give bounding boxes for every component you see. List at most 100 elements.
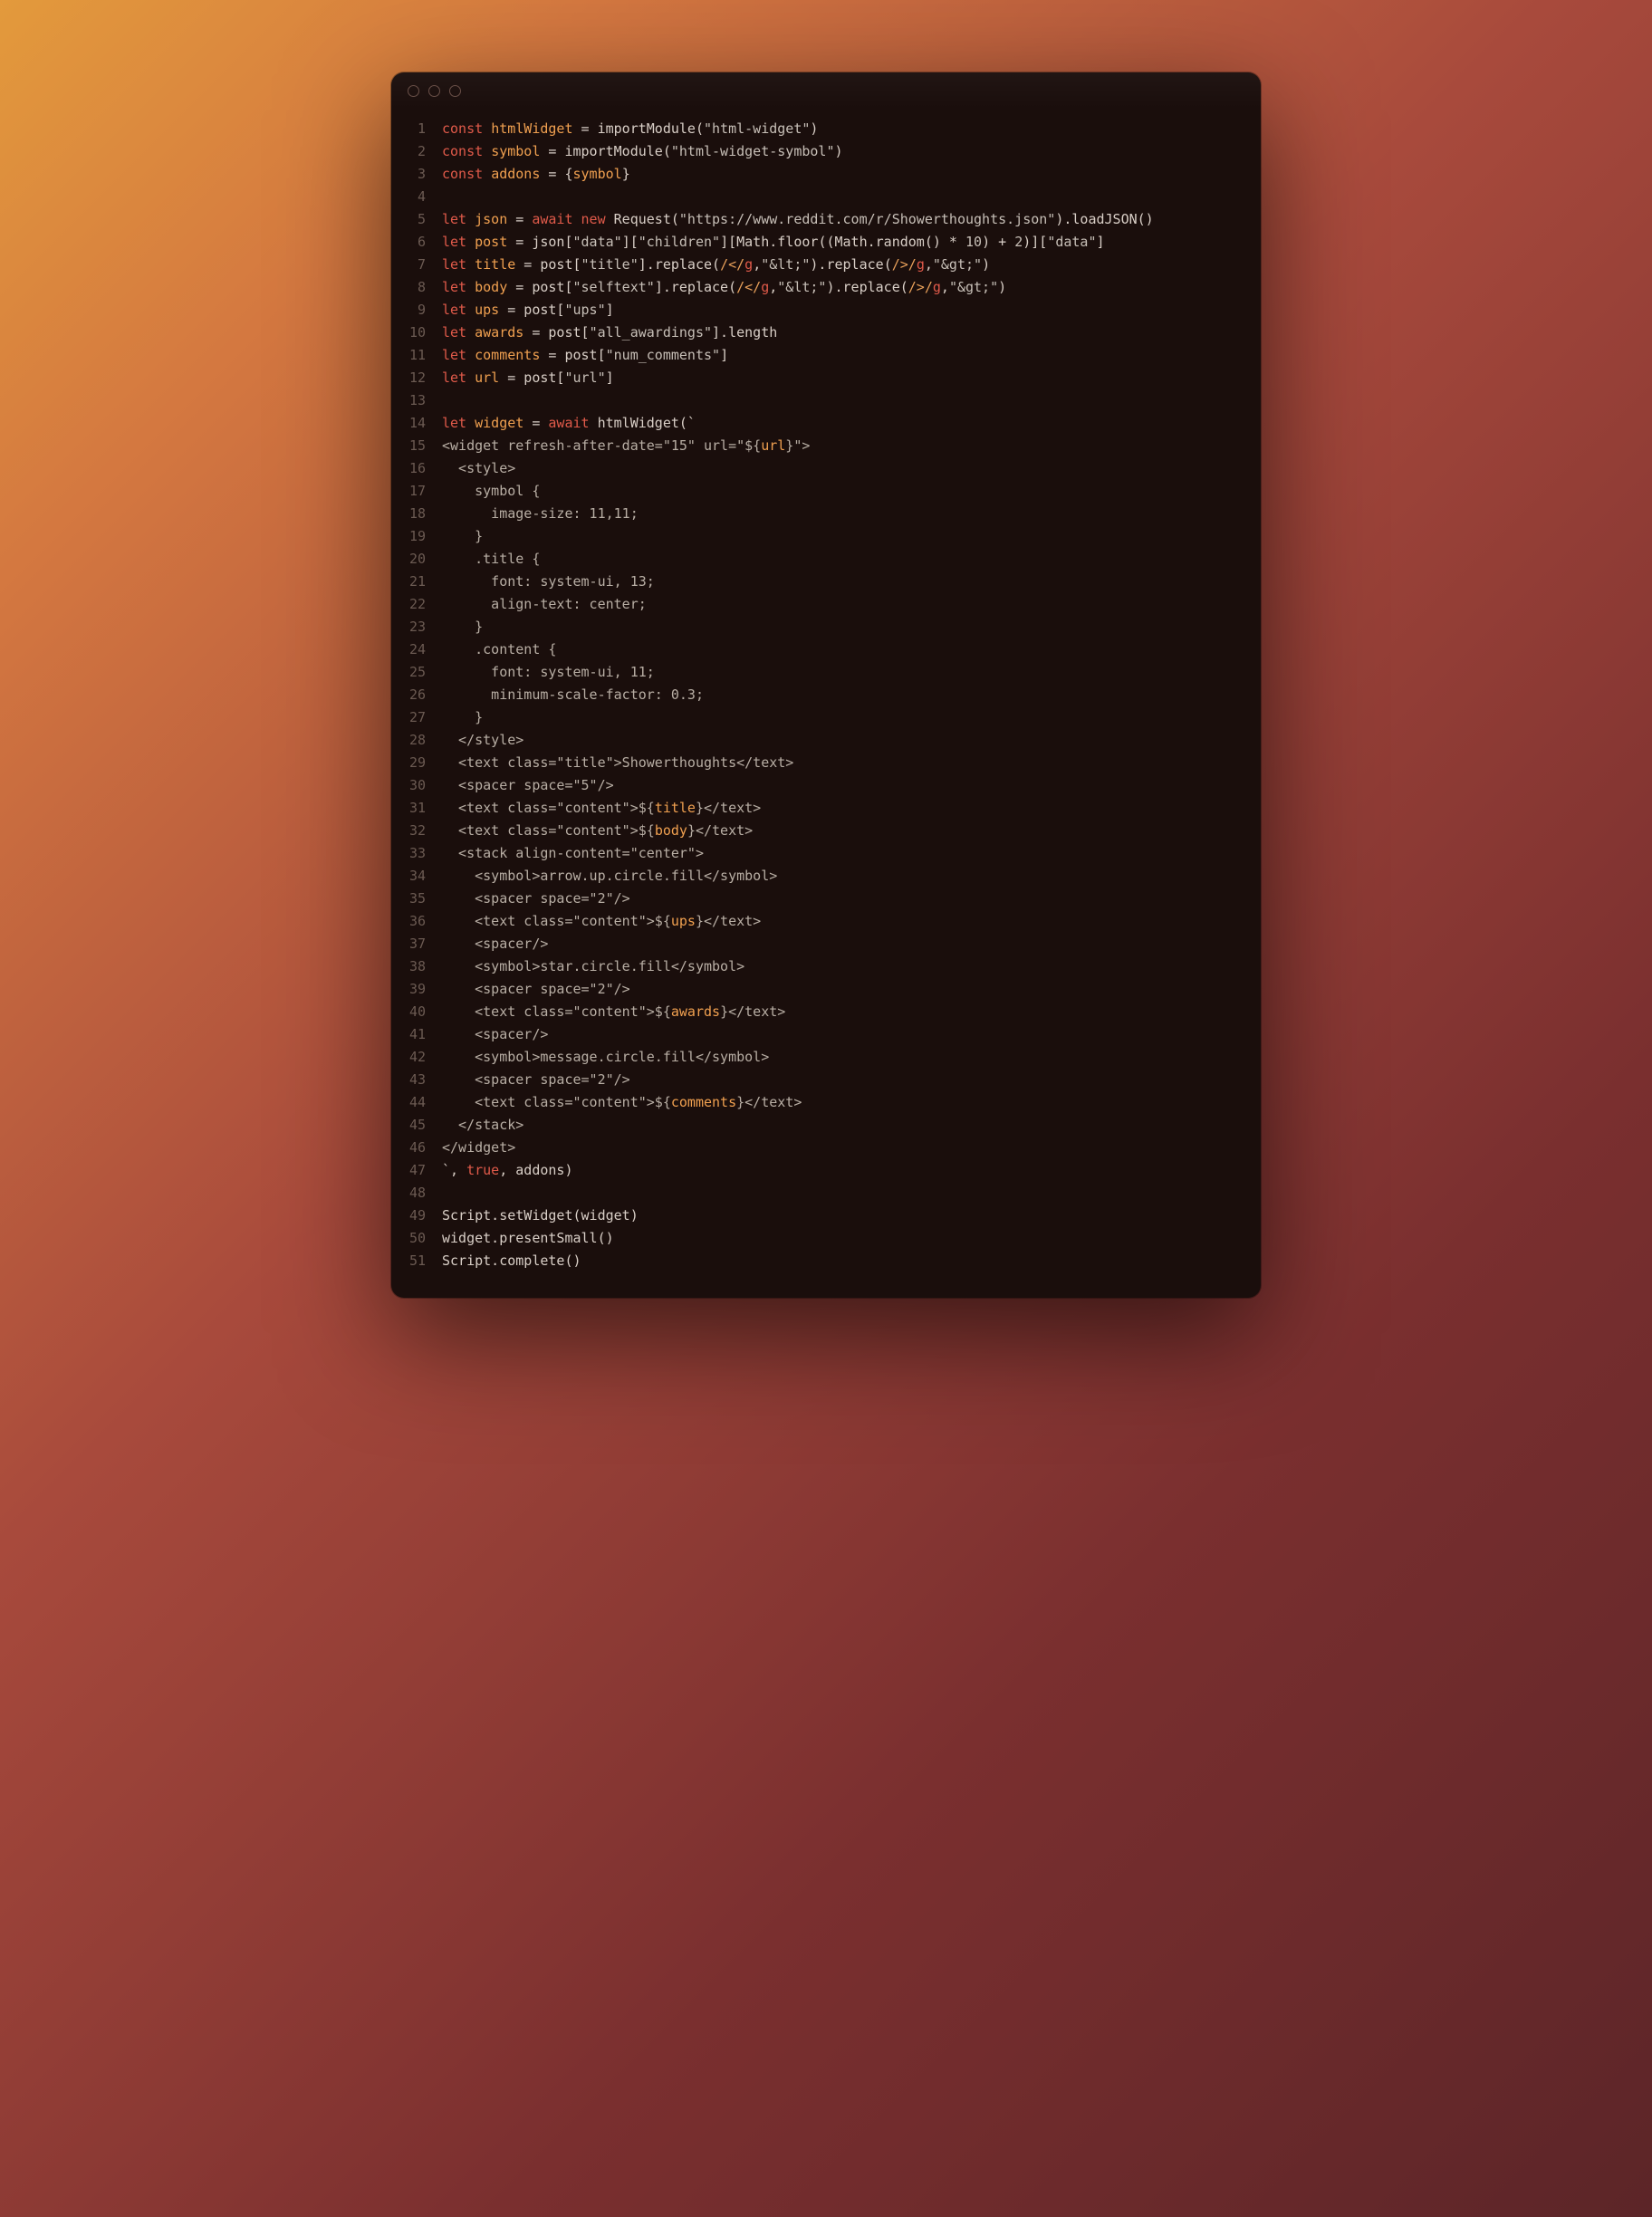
code-line[interactable]: 29 <text class="title">Showerthoughts</t… <box>391 752 1261 774</box>
code-line[interactable]: 5let json = await new Request("https://w… <box>391 208 1261 231</box>
code-line[interactable]: 47`, true, addons) <box>391 1159 1261 1182</box>
code-line[interactable]: 18 image-size: 11,11; <box>391 503 1261 525</box>
code-line[interactable]: 17 symbol { <box>391 480 1261 503</box>
code-line[interactable]: 19 } <box>391 525 1261 548</box>
code-content[interactable]: font: system-ui, 11; <box>442 661 1261 684</box>
code-line[interactable]: 21 font: system-ui, 13; <box>391 571 1261 593</box>
code-content[interactable]: </style> <box>442 729 1261 752</box>
code-line[interactable]: 14let widget = await htmlWidget(` <box>391 412 1261 435</box>
code-content[interactable]: </widget> <box>442 1137 1261 1159</box>
code-content[interactable]: let body = post["selftext"].replace(/</g… <box>442 276 1261 299</box>
code-content[interactable]: `, true, addons) <box>442 1159 1261 1182</box>
code-content[interactable]: <spacer space="5"/> <box>442 774 1261 797</box>
code-content[interactable]: } <box>442 525 1261 548</box>
code-line[interactable]: 2const symbol = importModule("html-widge… <box>391 140 1261 163</box>
code-content[interactable]: align-text: center; <box>442 593 1261 616</box>
code-line[interactable]: 22 align-text: center; <box>391 593 1261 616</box>
code-line[interactable]: 35 <spacer space="2"/> <box>391 888 1261 910</box>
code-content[interactable]: } <box>442 616 1261 638</box>
code-content[interactable]: <text class="content">${comments}</text> <box>442 1091 1261 1114</box>
code-line[interactable]: 46</widget> <box>391 1137 1261 1159</box>
code-content[interactable]: let json = await new Request("https://ww… <box>442 208 1261 231</box>
code-line[interactable]: 10let awards = post["all_awardings"].len… <box>391 322 1261 344</box>
code-content[interactable]: let url = post["url"] <box>442 367 1261 389</box>
code-line[interactable]: 15<widget refresh-after-date="15" url="$… <box>391 435 1261 457</box>
code-line[interactable]: 28 </style> <box>391 729 1261 752</box>
code-content[interactable]: <spacer space="2"/> <box>442 888 1261 910</box>
code-content[interactable]: const addons = {symbol} <box>442 163 1261 186</box>
code-line[interactable]: 9let ups = post["ups"] <box>391 299 1261 322</box>
code-content[interactable]: <style> <box>442 457 1261 480</box>
code-content[interactable]: let widget = await htmlWidget(` <box>442 412 1261 435</box>
code-content[interactable]: let post = json["data"]["children"][Math… <box>442 231 1261 254</box>
code-content[interactable]: <spacer space="2"/> <box>442 1069 1261 1091</box>
code-line[interactable]: 20 .title { <box>391 548 1261 571</box>
code-content[interactable]: <stack align-content="center"> <box>442 842 1261 865</box>
code-line[interactable]: 43 <spacer space="2"/> <box>391 1069 1261 1091</box>
code-line[interactable]: 44 <text class="content">${comments}</te… <box>391 1091 1261 1114</box>
code-content[interactable]: const symbol = importModule("html-widget… <box>442 140 1261 163</box>
code-line[interactable]: 34 <symbol>arrow.up.circle.fill</symbol> <box>391 865 1261 888</box>
code-content[interactable]: <text class="content">${ups}</text> <box>442 910 1261 933</box>
code-content[interactable]: <spacer/> <box>442 1023 1261 1046</box>
code-content[interactable]: <widget refresh-after-date="15" url="${u… <box>442 435 1261 457</box>
code-content[interactable]: .content { <box>442 638 1261 661</box>
code-content[interactable] <box>442 186 1261 208</box>
code-content[interactable]: let ups = post["ups"] <box>442 299 1261 322</box>
code-content[interactable]: let awards = post["all_awardings"].lengt… <box>442 322 1261 344</box>
code-line[interactable]: 11let comments = post["num_comments"] <box>391 344 1261 367</box>
code-content[interactable]: const htmlWidget = importModule("html-wi… <box>442 118 1261 140</box>
code-editor-body[interactable]: 1const htmlWidget = importModule("html-w… <box>391 109 1261 1298</box>
code-line[interactable]: 38 <symbol>star.circle.fill</symbol> <box>391 955 1261 978</box>
code-content[interactable]: <text class="content">${awards}</text> <box>442 1001 1261 1023</box>
code-content[interactable]: } <box>442 706 1261 729</box>
code-content[interactable]: symbol { <box>442 480 1261 503</box>
code-line[interactable]: 39 <spacer space="2"/> <box>391 978 1261 1001</box>
code-line[interactable]: 26 minimum-scale-factor: 0.3; <box>391 684 1261 706</box>
code-line[interactable]: 45 </stack> <box>391 1114 1261 1137</box>
minimize-icon[interactable] <box>428 85 440 97</box>
code-line[interactable]: 49Script.setWidget(widget) <box>391 1204 1261 1227</box>
code-content[interactable]: font: system-ui, 13; <box>442 571 1261 593</box>
code-line[interactable]: 7let title = post["title"].replace(/</g,… <box>391 254 1261 276</box>
code-line[interactable]: 37 <spacer/> <box>391 933 1261 955</box>
code-line[interactable]: 27 } <box>391 706 1261 729</box>
code-line[interactable]: 36 <text class="content">${ups}</text> <box>391 910 1261 933</box>
code-content[interactable]: let comments = post["num_comments"] <box>442 344 1261 367</box>
code-line[interactable]: 23 } <box>391 616 1261 638</box>
code-content[interactable]: <spacer space="2"/> <box>442 978 1261 1001</box>
code-line[interactable]: 3const addons = {symbol} <box>391 163 1261 186</box>
code-line[interactable]: 51Script.complete() <box>391 1250 1261 1272</box>
code-content[interactable]: <symbol>message.circle.fill</symbol> <box>442 1046 1261 1069</box>
code-line[interactable]: 25 font: system-ui, 11; <box>391 661 1261 684</box>
code-line[interactable]: 48 <box>391 1182 1261 1204</box>
code-line[interactable]: 6let post = json["data"]["children"][Mat… <box>391 231 1261 254</box>
code-line[interactable]: 40 <text class="content">${awards}</text… <box>391 1001 1261 1023</box>
code-content[interactable]: let title = post["title"].replace(/</g,"… <box>442 254 1261 276</box>
code-content[interactable]: <symbol>arrow.up.circle.fill</symbol> <box>442 865 1261 888</box>
code-line[interactable]: 1const htmlWidget = importModule("html-w… <box>391 118 1261 140</box>
code-line[interactable]: 13 <box>391 389 1261 412</box>
code-content[interactable]: <symbol>star.circle.fill</symbol> <box>442 955 1261 978</box>
code-line[interactable]: 31 <text class="content">${title}</text> <box>391 797 1261 820</box>
code-content[interactable]: image-size: 11,11; <box>442 503 1261 525</box>
code-line[interactable]: 8let body = post["selftext"].replace(/</… <box>391 276 1261 299</box>
code-line[interactable]: 4 <box>391 186 1261 208</box>
code-content[interactable]: minimum-scale-factor: 0.3; <box>442 684 1261 706</box>
code-content[interactable] <box>442 1182 1261 1204</box>
code-content[interactable]: Script.setWidget(widget) <box>442 1204 1261 1227</box>
code-line[interactable]: 50widget.presentSmall() <box>391 1227 1261 1250</box>
code-content[interactable]: </stack> <box>442 1114 1261 1137</box>
code-content[interactable]: <spacer/> <box>442 933 1261 955</box>
code-line[interactable]: 30 <spacer space="5"/> <box>391 774 1261 797</box>
code-line[interactable]: 33 <stack align-content="center"> <box>391 842 1261 865</box>
code-line[interactable]: 41 <spacer/> <box>391 1023 1261 1046</box>
code-line[interactable]: 42 <symbol>message.circle.fill</symbol> <box>391 1046 1261 1069</box>
code-line[interactable]: 16 <style> <box>391 457 1261 480</box>
code-line[interactable]: 12let url = post["url"] <box>391 367 1261 389</box>
zoom-icon[interactable] <box>449 85 461 97</box>
code-line[interactable]: 24 .content { <box>391 638 1261 661</box>
code-content[interactable]: <text class="content">${title}</text> <box>442 797 1261 820</box>
code-content[interactable]: Script.complete() <box>442 1250 1261 1272</box>
code-content[interactable]: .title { <box>442 548 1261 571</box>
